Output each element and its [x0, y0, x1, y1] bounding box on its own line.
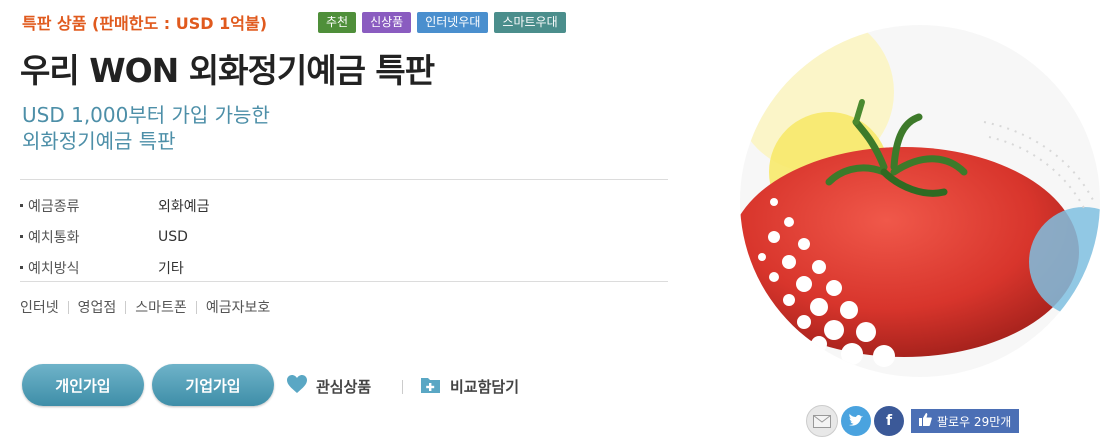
social-share-bar: f 팔로우 29만개 — [806, 405, 1020, 437]
channel-depositor-protection: 예금자보호 — [205, 300, 271, 316]
compare-add-link[interactable]: 비교함담기 — [420, 374, 519, 398]
info-key: 예치방식 — [28, 260, 80, 277]
email-share-icon[interactable] — [806, 405, 838, 437]
subtitle-line-2: 외화정기예금 특판 — [22, 129, 176, 153]
channel-separator — [125, 300, 127, 314]
info-row-currency: 예치통화 USD — [20, 221, 210, 252]
thumbs-up-icon — [919, 413, 932, 429]
channel-internet: 인터넷 — [20, 300, 59, 316]
info-value: 외화예금 — [158, 198, 210, 215]
special-sale-label: 특판 상품 (판매한도 : USD 1억불) — [22, 14, 268, 33]
compare-label: 비교함담기 — [450, 377, 520, 396]
badge-group: 추천 신상품 인터넷우대 스마트우대 — [318, 12, 566, 33]
info-row-deposit-method: 예치방식 기타 — [20, 252, 210, 283]
folder-plus-icon — [420, 374, 442, 398]
product-info-list: 예금종류 외화예금 예치통화 USD 예치방식 기타 — [20, 190, 210, 283]
product-title: 우리 WON 외화정기예금 특판 — [20, 51, 435, 90]
channel-branch: 영업점 — [77, 300, 117, 316]
badge-smart-preferred: 스마트우대 — [494, 12, 566, 33]
channel-separator — [195, 300, 197, 314]
divider-bottom — [20, 281, 668, 282]
facebook-share-icon[interactable]: f — [874, 406, 904, 436]
bullet-icon — [20, 204, 23, 207]
twitter-share-icon[interactable] — [841, 406, 871, 436]
badge-internet-preferred: 인터넷우대 — [417, 12, 489, 33]
info-row-deposit-type: 예금종류 외화예금 — [20, 190, 210, 221]
personal-join-button[interactable]: 개인가입 — [22, 364, 144, 406]
product-subtitle: USD 1,000부터 가입 가능한 외화정기예금 특판 — [22, 102, 270, 154]
info-key: 예치통화 — [28, 229, 80, 246]
favorite-product-link[interactable]: 관심상품 — [286, 374, 371, 398]
favorite-label: 관심상품 — [316, 377, 372, 396]
bullet-icon — [20, 235, 23, 238]
channel-smartphone: 스마트폰 — [135, 300, 187, 316]
product-image — [734, 22, 1106, 380]
channel-separator — [67, 300, 69, 314]
info-value: 기타 — [158, 260, 184, 277]
bullet-icon — [20, 266, 23, 269]
action-separator — [402, 380, 403, 394]
badge-recommended: 추천 — [318, 12, 357, 33]
follow-button[interactable]: 팔로우 29만개 — [911, 409, 1020, 433]
channel-list: 인터넷 영업점 스마트폰 예금자보호 — [20, 297, 270, 317]
badge-new: 신상품 — [362, 12, 412, 33]
divider-top — [20, 179, 668, 180]
follow-count-label: 팔로우 29만개 — [937, 414, 1012, 429]
corporate-join-button[interactable]: 기업가입 — [152, 364, 274, 406]
heart-icon — [286, 374, 308, 398]
subtitle-line-1: USD 1,000부터 가입 가능한 — [22, 103, 270, 127]
info-value: USD — [158, 228, 188, 245]
info-key: 예금종류 — [28, 198, 80, 215]
